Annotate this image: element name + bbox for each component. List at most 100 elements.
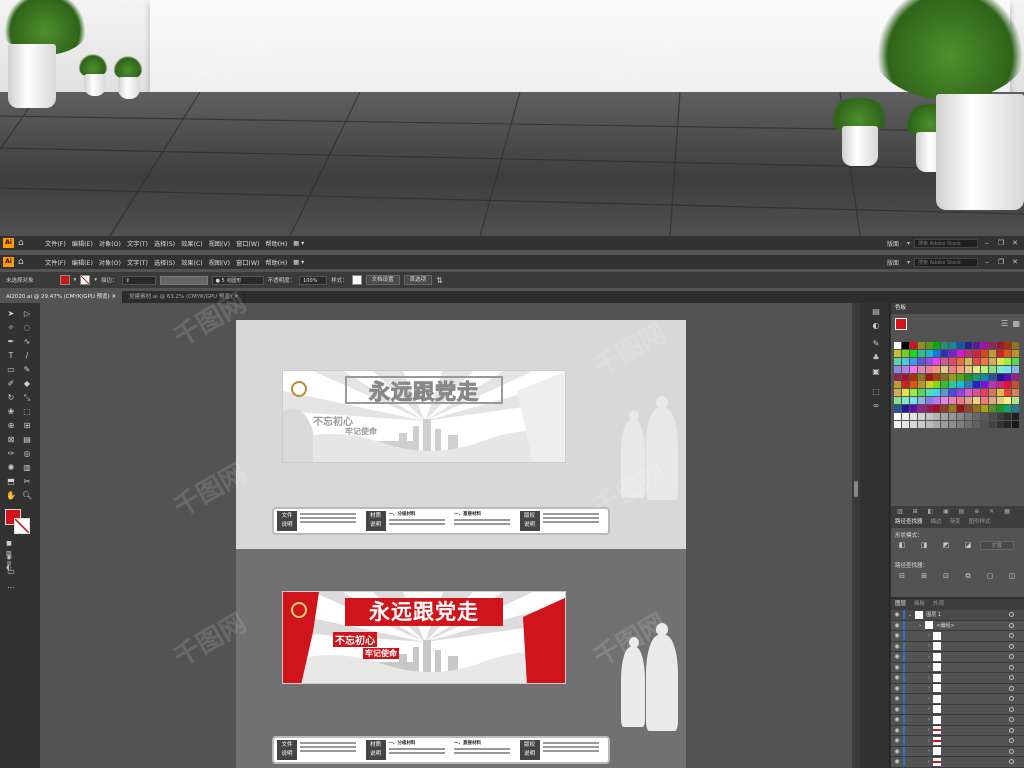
menu-effect[interactable]: 效果(C)	[178, 258, 206, 267]
eyedropper-icon[interactable]: ✑	[6, 449, 16, 459]
swatch-chip[interactable]	[894, 389, 901, 397]
menu-file[interactable]: 文件(F)	[42, 239, 69, 248]
swatch-chip[interactable]	[988, 357, 996, 365]
artboard-2[interactable]: 永远跟党走 不忘初心 牢记使命 文件 说明 材质 说明 一、分级材料 一、直接材料 …	[236, 549, 686, 768]
swatch-chip[interactable]	[957, 405, 965, 413]
layer-row[interactable]: ◉ ›	[891, 715, 1024, 726]
restore-icon[interactable]: ❐	[996, 239, 1006, 247]
visibility-eye-icon[interactable]: ◉	[891, 685, 903, 692]
swatch-chip[interactable]	[933, 405, 941, 413]
swatch-chip[interactable]	[1004, 420, 1012, 428]
swatch-chip[interactable]	[972, 405, 980, 413]
layer-row[interactable]: ◉ ›	[891, 704, 1024, 715]
swatch-chip[interactable]	[988, 342, 996, 349]
swatch-chip[interactable]	[972, 397, 980, 405]
menu-window[interactable]: 窗口(W)	[233, 258, 262, 267]
screen-mode-icon[interactable]: ▭	[6, 567, 16, 577]
swatch-chip[interactable]	[933, 420, 941, 428]
visibility-eye-icon[interactable]: ◉	[891, 737, 903, 744]
swatch-chip[interactable]	[980, 349, 988, 357]
swatch-chip[interactable]	[1004, 365, 1012, 373]
layer-row[interactable]: ◉ ⌄ <编组>	[891, 620, 1024, 631]
swatch-chip[interactable]	[1012, 405, 1020, 413]
swatch-chip[interactable]	[1004, 397, 1012, 405]
tab-dangjian[interactable]: 党建素材.ai @ 63.2% (CMYK/GPU 预览) ✕	[123, 291, 246, 303]
swatch-chip[interactable]	[894, 373, 901, 381]
swatch-chip[interactable]	[965, 357, 973, 365]
swatch-chip[interactable]	[949, 357, 957, 365]
swatch-chip[interactable]	[1012, 342, 1020, 349]
swatch-chip[interactable]	[972, 381, 980, 389]
swatch-chip[interactable]	[941, 389, 949, 397]
visibility-eye-icon[interactable]: ◉	[891, 632, 903, 639]
target-circle-icon[interactable]	[1009, 664, 1014, 670]
swatch-chip[interactable]	[1004, 413, 1012, 421]
zoom-tool-icon[interactable]: 🔍︎	[22, 491, 32, 501]
swatch-chip[interactable]	[901, 413, 909, 421]
scrollbar-thumb[interactable]	[854, 481, 858, 497]
layer-row[interactable]: ◉ ›	[891, 673, 1024, 684]
disclosure-chevron-icon[interactable]: ›	[928, 664, 930, 670]
swatch-chip[interactable]	[901, 405, 909, 413]
swatch-chip[interactable]	[933, 357, 941, 365]
swatch-chip[interactable]	[917, 405, 925, 413]
tab-appearance[interactable]: 外观	[933, 599, 944, 610]
swatch-chip[interactable]	[933, 373, 941, 381]
target-circle-icon[interactable]	[1009, 643, 1014, 649]
swatch-chip[interactable]	[949, 373, 957, 381]
swatch-chip[interactable]	[917, 365, 925, 373]
swatch-chip[interactable]	[965, 373, 973, 381]
paintbrush-icon[interactable]: ✎	[22, 365, 32, 375]
arrange-documents-icon[interactable]: ⇅	[436, 276, 443, 285]
info-bar-1[interactable]: 文件 说明 材质 说明 一、分级材料 一、直接材料 版权 说明	[272, 507, 610, 535]
visibility-eye-icon[interactable]: ◉	[891, 716, 903, 723]
pen-tool-icon[interactable]: ✒	[6, 337, 16, 347]
swatch-chip[interactable]	[957, 413, 965, 421]
swatch-chip[interactable]	[965, 381, 973, 389]
target-circle-icon[interactable]	[1009, 622, 1014, 628]
swatch-chip[interactable]	[917, 373, 925, 381]
lasso-icon[interactable]: ◌	[22, 323, 32, 333]
graphic-styles-icon[interactable]: ▣	[870, 367, 882, 377]
swatch-chip[interactable]	[925, 349, 933, 357]
swatch-chip[interactable]	[949, 342, 957, 349]
swatch-chip[interactable]	[909, 349, 917, 357]
disclosure-chevron-icon[interactable]: ›	[928, 706, 930, 712]
menu-effect[interactable]: 效果(C)	[178, 239, 206, 248]
curvature-icon[interactable]: ∿	[22, 337, 32, 347]
swatch-chip[interactable]	[925, 342, 933, 349]
blend-icon[interactable]: ◎	[22, 449, 32, 459]
restore-icon[interactable]: ❐	[996, 258, 1006, 266]
swatch-chip[interactable]	[1012, 381, 1020, 389]
swatch-chip[interactable]	[949, 405, 957, 413]
type-tool-icon[interactable]: T	[6, 351, 16, 361]
scale-icon[interactable]: ⤡	[22, 393, 32, 403]
workspace-chevron-icon[interactable]: ▾	[907, 240, 910, 247]
swatch-chip[interactable]	[957, 381, 965, 389]
swatch-chip[interactable]	[972, 349, 980, 357]
swatch-chip[interactable]	[996, 373, 1004, 381]
swatch-chip[interactable]	[957, 357, 965, 365]
swatch-chip[interactable]	[996, 381, 1004, 389]
swatch-chip[interactable]	[1004, 373, 1012, 381]
menu-file[interactable]: 文件(F)	[42, 258, 69, 267]
swatch-chip[interactable]	[909, 413, 917, 421]
brush-field[interactable]: ● 5 点圆形	[211, 275, 264, 285]
color-mode-icon[interactable]: ■ ▨ ⊘	[4, 539, 14, 567]
swatch-chip[interactable]	[917, 413, 925, 421]
layer-row[interactable]: ◉ ›	[891, 746, 1024, 757]
swatch-chip[interactable]	[917, 357, 925, 365]
swatch-chip[interactable]	[988, 405, 996, 413]
disclosure-chevron-icon[interactable]: ›	[928, 727, 930, 733]
minimize-icon[interactable]: –	[982, 239, 992, 247]
layer-row[interactable]: ◉ ›	[891, 652, 1024, 663]
swatch-chip[interactable]	[980, 405, 988, 413]
tab-pathfinder[interactable]: 路径查找器	[895, 517, 923, 528]
opacity-field[interactable]: 100%	[299, 275, 328, 285]
swatch-chip[interactable]	[996, 389, 1004, 397]
swatch-chip[interactable]	[980, 389, 988, 397]
info-bar-2[interactable]: 文件 说明 材质 说明 一、分级材料 一、直接材料 版权 说明	[272, 736, 610, 764]
tab-stroke[interactable]: 描边	[931, 517, 942, 528]
swatch-chip[interactable]	[941, 381, 949, 389]
stroke-dropdown-icon[interactable]: ▾	[94, 277, 97, 283]
